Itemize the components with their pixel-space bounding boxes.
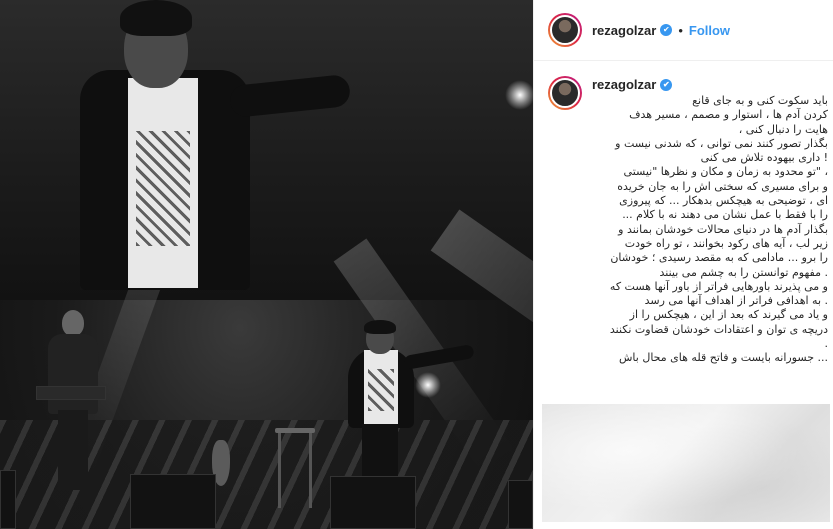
caption-line: بگذار تصور کنند نمی توانی ، که شدنی نیست…	[615, 136, 828, 150]
caption-line: هایت را دنبال کنی ،	[738, 122, 828, 136]
post-side-panel: rezagolzar ✔ • Follow rezagolzar ✔ باید …	[533, 0, 833, 529]
avatar-image	[550, 15, 580, 45]
avatar-image	[550, 78, 580, 108]
caption-line: . به اهدافی فراتر از اهداف آنها می رسد	[644, 294, 828, 308]
caption-line: را با فقط با عمل نشان می دهند نه با کلام…	[622, 208, 828, 222]
separator-dot: •	[678, 22, 683, 38]
header-username[interactable]: rezagolzar	[592, 23, 656, 38]
post-header: rezagolzar ✔ • Follow	[534, 0, 833, 61]
caption-line: .	[824, 337, 829, 351]
bar-stool	[275, 428, 315, 508]
caption-line: را برو ... مادامی که به مقصد رسیدی ؛ خود…	[610, 251, 828, 265]
caption-avatar[interactable]	[548, 76, 582, 110]
caption-line: . مفهوم توانستن را به چشم می بینند	[659, 265, 828, 279]
singer-on-screen	[80, 0, 352, 290]
verified-badge-icon: ✔	[660, 24, 673, 36]
caption-section: rezagolzar ✔ باید سکوت کنی و به جای قانع…	[534, 61, 833, 401]
stage-monitor-speaker	[508, 480, 533, 529]
caption-comment: rezagolzar ✔ باید سکوت کنی و به جای قانع…	[548, 76, 828, 366]
caption-line: و یاد می گیرند که بعد از این ، هیچکس را …	[629, 308, 828, 322]
caption-line: و برای مسیری که سختی اش را به جان خریده	[617, 179, 828, 193]
follow-button[interactable]: Follow	[689, 23, 730, 38]
stage-monitor-speaker	[330, 476, 416, 529]
caption-line: ... جسورانه بایست و فاتح قله های محال با…	[619, 351, 828, 365]
stage-light	[505, 80, 533, 110]
caption-line: دریچه ی توان و اعتقادات خودشان قضاوت نکن…	[609, 322, 828, 336]
keyboard-stand	[36, 386, 106, 400]
keyboard-player	[40, 310, 110, 490]
caption-line: ، "تو محدود به زمان و مکان و نظرها "نیست…	[623, 165, 828, 179]
verified-badge-icon: ✔	[660, 78, 673, 91]
caption-username-row: rezagolzar ✔	[592, 77, 828, 92]
avatar[interactable]	[548, 13, 582, 47]
caption-line: و می پذیرند باورهایی فراتر از باور آنها …	[609, 279, 828, 293]
caption-line: کردن آدم ها ، استوار و مصمم ، مسیر هدف	[629, 108, 828, 122]
singer-on-stage	[340, 320, 480, 480]
caption-line: بگذار آدم ها در دنیای محالات خودشان بمان…	[618, 222, 828, 236]
caption-username[interactable]: rezagolzar	[592, 77, 656, 92]
caption-line: زیر لب ، آیه های رکود بخوانند ، تو راه خ…	[624, 236, 828, 250]
caption-body: rezagolzar ✔ باید سکوت کنی و به جای قانع…	[592, 77, 828, 366]
stage-monitor-speaker	[0, 470, 16, 529]
stage-monitor-speaker	[130, 474, 216, 529]
caption-line: ! داری بیهوده تلاش می کنی	[700, 151, 828, 165]
caption-text: باید سکوت کنی و به جای قانع کردن آدم ها …	[590, 94, 828, 366]
post-photo[interactable]	[0, 0, 533, 529]
caption-line: باید سکوت کنی و به جای قانع	[692, 94, 828, 107]
blurred-comments-area	[542, 404, 830, 522]
caption-line: ای ، توضیحی به هیچکس بدهکار ... که پیروز…	[619, 194, 828, 208]
